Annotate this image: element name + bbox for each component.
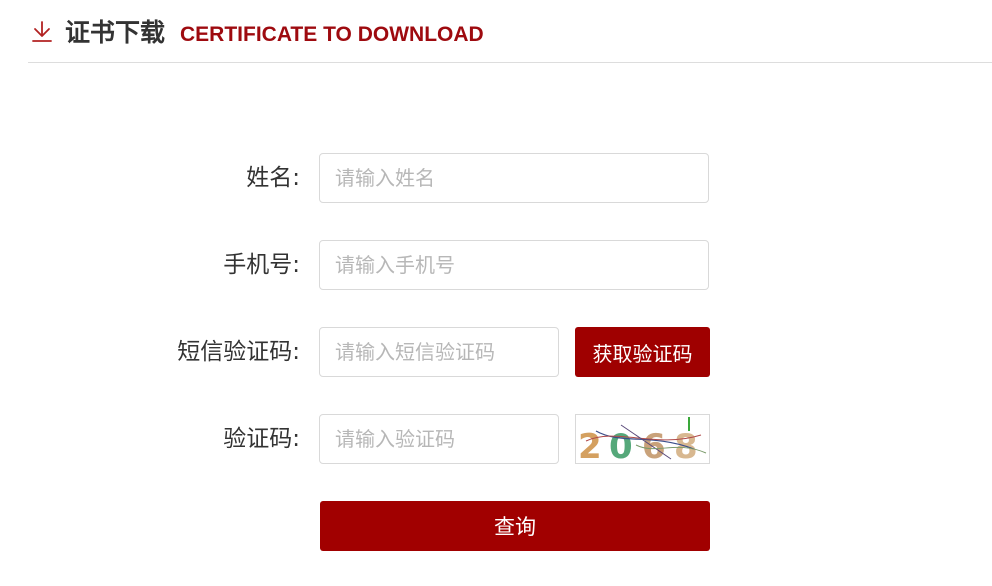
query-button[interactable]: 查询	[320, 501, 710, 551]
section-header: 证书下载 CERTIFICATE TO DOWNLOAD	[28, 0, 992, 63]
sms-code-input[interactable]	[319, 327, 559, 377]
captcha-char-4: 8	[674, 427, 698, 463]
sms-code-label: 短信验证码:	[177, 339, 300, 365]
download-icon	[32, 21, 52, 42]
page-title: 证书下载	[65, 18, 166, 47]
page-subtitle-en: CERTIFICATE TO DOWNLOAD	[180, 23, 484, 46]
captcha-input[interactable]	[319, 414, 559, 464]
get-sms-code-button[interactable]: 获取验证码	[575, 327, 710, 377]
name-label: 姓名:	[246, 165, 300, 191]
captcha-label: 验证码:	[223, 426, 300, 452]
captcha-image[interactable]: 2 0 6 8	[575, 414, 710, 464]
captcha-char-2: 0	[609, 427, 633, 463]
captcha-char-3: 6	[642, 427, 666, 463]
name-input[interactable]	[319, 153, 709, 203]
phone-input[interactable]	[319, 240, 709, 290]
phone-label: 手机号:	[223, 252, 300, 278]
